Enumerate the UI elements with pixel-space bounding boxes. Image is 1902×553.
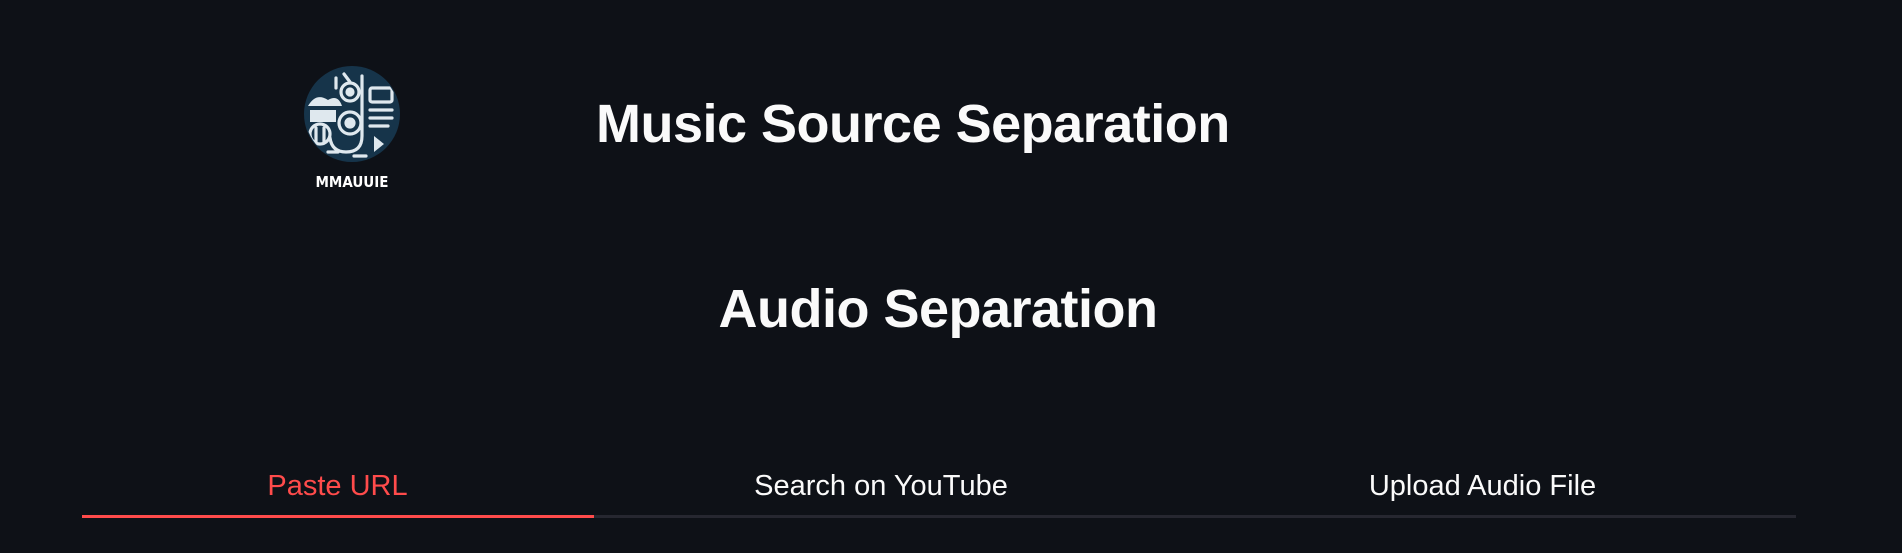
logo-text: MMAUUIE: [315, 173, 388, 190]
app-logo: MMAUUIE: [304, 66, 400, 190]
active-tab-indicator: [82, 515, 594, 518]
page-title: Music Source Separation: [596, 94, 1230, 154]
tab-upload-audio-label: Upload Audio File: [1368, 470, 1597, 502]
tab-bar: Paste URL Search on YouTube Upload Audio…: [82, 458, 1796, 518]
tab-paste-url-label: Paste URL: [267, 470, 408, 502]
tab-search-youtube[interactable]: Search on YouTube: [593, 458, 1169, 515]
app-page: MMAUUIE Music Source Separation Audio Se…: [0, 0, 1902, 553]
tab-search-youtube-label: Search on YouTube: [754, 470, 1008, 502]
tab-upload-audio[interactable]: Upload Audio File: [1169, 458, 1796, 515]
tab-paste-url[interactable]: Paste URL: [82, 458, 593, 515]
section-title: Audio Separation: [718, 279, 1158, 339]
